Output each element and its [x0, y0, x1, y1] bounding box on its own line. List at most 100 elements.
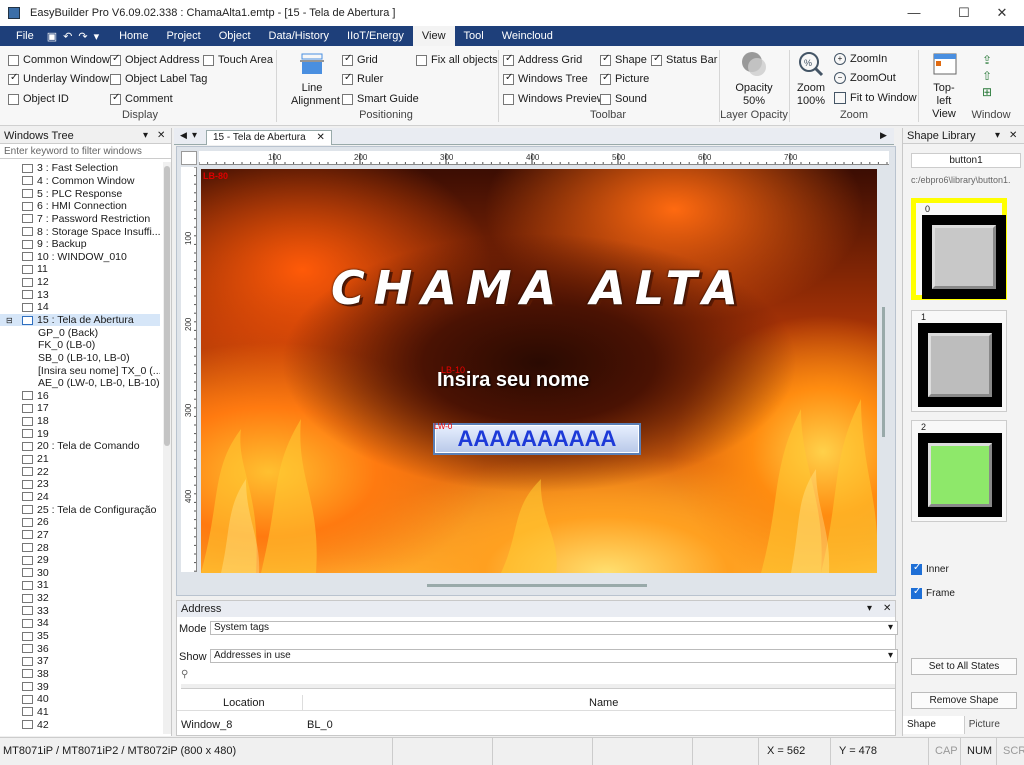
tree-item[interactable]: 4 : Common Window	[0, 175, 160, 188]
shape-checkbox[interactable]: Shape	[600, 53, 647, 66]
menu-data-history[interactable]: Data/History	[260, 26, 339, 46]
table-row[interactable]: Window_8 BL_0	[177, 717, 895, 733]
tree-item[interactable]: GP_0 (Back)	[0, 326, 160, 339]
hmi-canvas[interactable]: LB-80 CHAMA ALTA Insira seu nome LB-10 A…	[201, 169, 877, 573]
object-address-checkbox[interactable]: Object Address	[110, 53, 200, 66]
tab-picture-library[interactable]: Picture Lib...	[965, 716, 1024, 748]
inner-checkbox[interactable]: Inner	[911, 562, 949, 575]
minimize-button[interactable]: —	[892, 0, 936, 26]
tree-item[interactable]: 18	[0, 415, 160, 428]
menu-file[interactable]: File	[0, 26, 44, 46]
tree-item[interactable]: 22	[0, 465, 160, 478]
menu-view[interactable]: View	[412, 26, 455, 46]
tree-item[interactable]: 41	[0, 706, 160, 719]
tab-tela-de-abertura[interactable]: 15 - Tela de Abertura ✕	[206, 130, 332, 145]
tree-item[interactable]: AE_0 (LW-0, LB-0, LB-10)	[0, 377, 160, 390]
smart-guide-checkbox[interactable]: Smart Guide	[342, 93, 419, 105]
remove-shape-button[interactable]: Remove Shape	[911, 692, 1017, 709]
tree-item[interactable]: 27	[0, 529, 160, 542]
tree-item[interactable]: 29	[0, 554, 160, 567]
tree-item[interactable]: 3 : Fast Selection	[0, 162, 160, 175]
tree-item[interactable]: 12	[0, 276, 160, 289]
tab-shape-library[interactable]: Shape Libr...	[903, 716, 965, 748]
tree-item[interactable]: 14	[0, 301, 160, 314]
tree-item[interactable]: [Insira seu nome] TX_0 (...	[0, 364, 160, 377]
tree-item[interactable]: ⊟ 15 : Tela de Abertura	[0, 313, 160, 327]
tree-item[interactable]: 10 : WINDOW_010	[0, 250, 160, 263]
menu-project[interactable]: Project	[157, 26, 209, 46]
tree-item[interactable]: 40	[0, 693, 160, 706]
save-icon[interactable]: ▣	[44, 30, 60, 43]
shape-state-2[interactable]: 2	[911, 420, 1007, 522]
panel-close-icon[interactable]: ✕	[883, 601, 891, 617]
tree-item[interactable]: 6 : HMI Connection	[0, 200, 160, 213]
tree-item[interactable]: 33	[0, 604, 160, 617]
name-entry-field[interactable]: AAAAAAAAAA	[433, 423, 641, 455]
address-search-icon[interactable]: ⚲	[181, 669, 188, 680]
windows-tree-checkbox[interactable]: Windows Tree	[503, 72, 588, 85]
tree-item[interactable]: 5 : PLC Response	[0, 187, 160, 200]
tree-item[interactable]: 37	[0, 655, 160, 668]
tree-item[interactable]: 13	[0, 288, 160, 301]
tree-item[interactable]: 35	[0, 630, 160, 643]
tree-item[interactable]: 19	[0, 427, 160, 440]
scrollbar-thumb[interactable]	[164, 166, 170, 446]
zoom-in-button[interactable]: + ZoomIn	[834, 53, 887, 65]
tree-item[interactable]: 42	[0, 718, 160, 731]
zoom-button[interactable]: % Zoom 100%	[793, 50, 829, 108]
menu-tool[interactable]: Tool	[455, 26, 493, 46]
touch-area-checkbox[interactable]: Touch Area	[203, 54, 273, 66]
column-name[interactable]: Name	[589, 697, 618, 709]
underlay-window-checkbox[interactable]: Underlay Window	[8, 72, 109, 85]
tree-item[interactable]: 9 : Backup	[0, 238, 160, 251]
line-alignment-button[interactable]: Line Alignment	[282, 50, 342, 108]
opacity-button[interactable]: Opacity 50%	[728, 50, 780, 108]
tree-item[interactable]: 30	[0, 567, 160, 580]
menu-iiot-energy[interactable]: IIoT/Energy	[338, 26, 413, 46]
tree-item[interactable]: 11	[0, 263, 160, 276]
panel-dropdown-icon[interactable]: ▾	[995, 128, 1000, 144]
tree-item[interactable]: 28	[0, 541, 160, 554]
shape-state-0[interactable]: 0	[911, 198, 1007, 300]
fit-to-window-button[interactable]: Fit to Window	[834, 92, 917, 104]
zoom-out-button[interactable]: − ZoomOut	[834, 72, 896, 84]
tab-scroll-right-icon[interactable]: ▶	[880, 130, 887, 141]
frame-checkbox[interactable]: Frame	[911, 586, 955, 599]
common-window-checkbox[interactable]: Common Window	[8, 54, 110, 66]
tree-item[interactable]: FK_0 (LB-0)	[0, 339, 160, 352]
panel-dropdown-icon[interactable]: ▾	[867, 601, 872, 617]
shape-name-field[interactable]: button1	[911, 153, 1021, 168]
tree-item[interactable]: 32	[0, 592, 160, 605]
ruler-checkbox[interactable]: Ruler	[342, 72, 383, 85]
tree-item[interactable]: 21	[0, 453, 160, 466]
grid-checkbox[interactable]: Grid	[342, 53, 378, 66]
tree-item[interactable]: 34	[0, 617, 160, 630]
editor-vertical-scrollbar[interactable]	[882, 307, 885, 437]
menu-weincloud[interactable]: Weincloud	[493, 26, 562, 46]
tree-item[interactable]: 8 : Storage Space Insuffi...	[0, 225, 160, 238]
tree-item[interactable]: 38	[0, 668, 160, 681]
shape-state-1[interactable]: 1	[911, 310, 1007, 412]
address-grid-checkbox[interactable]: Address Grid	[503, 53, 582, 66]
tree-item[interactable]: 39	[0, 680, 160, 693]
object-label-tag-checkbox[interactable]: Object Label Tag	[110, 73, 207, 85]
show-select[interactable]: Addresses in use ▾	[210, 649, 898, 663]
picture-checkbox[interactable]: Picture	[600, 72, 649, 85]
tree-item[interactable]: 23	[0, 478, 160, 491]
tab-list-icon[interactable]: ▾	[192, 130, 197, 141]
fix-all-objects-checkbox[interactable]: Fix all objects	[416, 54, 498, 66]
sound-checkbox[interactable]: Sound	[600, 93, 647, 105]
menu-home[interactable]: Home	[110, 26, 157, 46]
windows-filter-input[interactable]: Enter keyword to filter windows	[0, 144, 171, 159]
close-button[interactable]: ✕	[980, 0, 1024, 26]
tree-item[interactable]: 31	[0, 579, 160, 592]
column-location[interactable]: Location	[223, 697, 265, 709]
panel-close-icon[interactable]: ✕	[1009, 128, 1017, 144]
tree-item[interactable]: SB_0 (LB-10, LB-0)	[0, 352, 160, 365]
top-left-view-button[interactable]: Top-left View	[922, 50, 966, 121]
windows-preview-checkbox[interactable]: Windows Preview	[503, 93, 605, 105]
comment-checkbox[interactable]: Comment	[110, 92, 173, 105]
set-to-all-states-button[interactable]: Set to All States	[911, 658, 1017, 675]
tree-item[interactable]: 20 : Tela de Comando	[0, 440, 160, 453]
undo-icon[interactable]: ↶	[60, 30, 75, 43]
